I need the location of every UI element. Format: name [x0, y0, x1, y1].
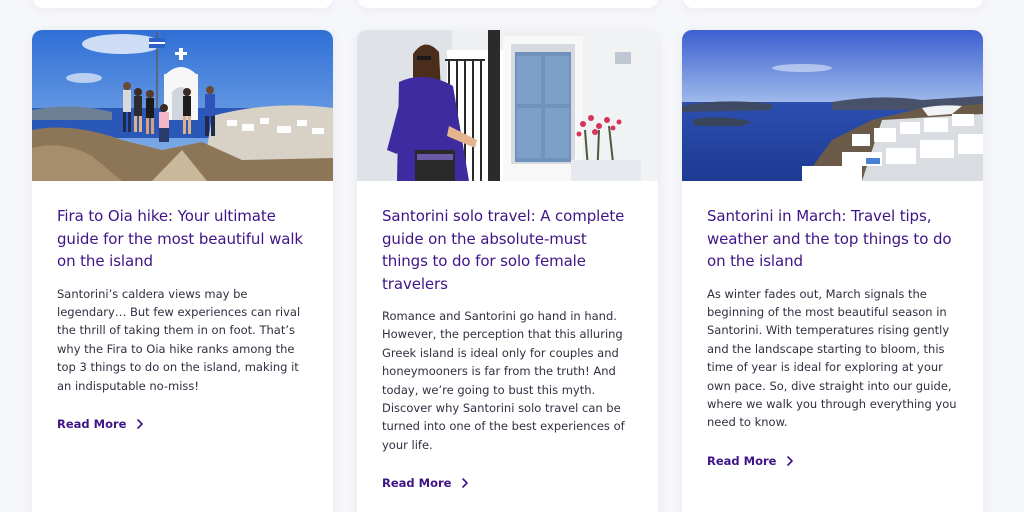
blog-card-excerpt: Santorini’s caldera views may be legenda… — [57, 286, 301, 393]
blog-card-excerpt: Romance and Santorini go hand in hand. H… — [382, 309, 625, 452]
blog-card-image[interactable] — [682, 30, 983, 181]
read-more-label: Read More — [707, 453, 777, 468]
hikers-chapel-photo — [32, 30, 333, 181]
chevron-right-icon — [462, 478, 469, 489]
read-more-link[interactable]: Read More — [382, 476, 469, 490]
blog-card-title[interactable]: Santorini solo travel: A complete guide … — [382, 205, 633, 295]
blog-card-fira-oia-hike: Fira to Oia hike: Your ultimate guide fo… — [32, 30, 333, 512]
read-more-link[interactable]: Read More — [57, 417, 144, 431]
blog-card-solo-travel: Santorini solo travel: A complete guide … — [357, 30, 658, 512]
blog-card-excerpt: As winter fades out, March signals the b… — [707, 286, 957, 430]
blog-card-title[interactable]: Fira to Oia hike: Your ultimate guide fo… — [57, 205, 308, 273]
read-more-label: Read More — [57, 416, 127, 431]
chevron-right-icon — [787, 455, 794, 466]
read-more-label: Read More — [382, 476, 452, 491]
blog-card-image[interactable] — [32, 30, 333, 181]
caldera-view-photo — [682, 30, 983, 181]
previous-row-card-edge — [33, 0, 333, 8]
chevron-right-icon — [137, 419, 144, 429]
read-more-link[interactable]: Read More — [707, 454, 794, 468]
blog-card-title[interactable]: Santorini in March: Travel tips, weather… — [707, 205, 958, 273]
blog-card-santorini-march: Santorini in March: Travel tips, weather… — [682, 30, 983, 512]
previous-row-card-edge — [683, 0, 983, 8]
previous-row-card-edge — [358, 0, 658, 8]
blog-card-image[interactable] — [357, 30, 658, 181]
woman-blue-door-photo — [357, 30, 658, 181]
